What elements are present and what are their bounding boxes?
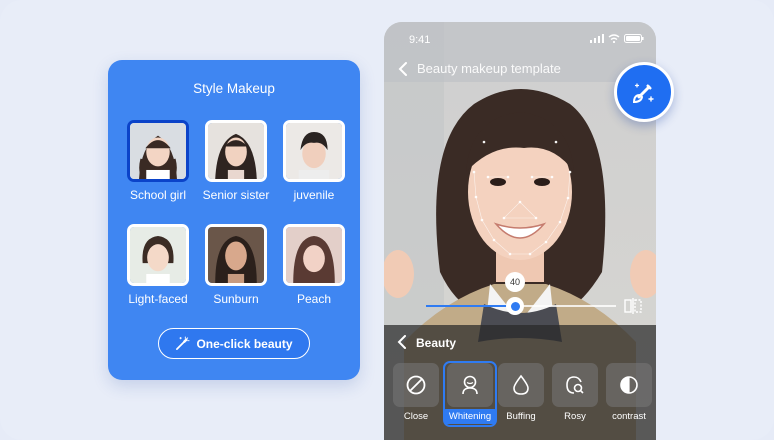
beauty-panel-title: Beauty [416, 336, 457, 350]
tool-close[interactable]: Close [389, 361, 443, 427]
beauty-tool-list: Close Whitening Buffing Rosy contrast [384, 361, 656, 431]
tool-buffing[interactable]: Buffing [494, 361, 548, 427]
panel-back-chevron-icon[interactable] [397, 335, 407, 349]
nav-title: Beauty makeup template [417, 61, 561, 76]
contrast-icon [620, 376, 638, 394]
style-item-sunburn[interactable]: Sunburn [188, 224, 268, 324]
blush-icon [566, 376, 584, 394]
style-item-senior-sister[interactable]: Senior sister [188, 120, 269, 220]
tool-button [447, 363, 493, 407]
signal-icon [590, 34, 604, 43]
panel-title: Style Makeup [193, 81, 275, 96]
one-click-beauty-button[interactable]: One-click beauty [158, 328, 310, 359]
style-label: juvenile [293, 188, 335, 202]
tool-label: Close [403, 411, 429, 422]
status-time: 9:41 [409, 34, 431, 46]
one-click-beauty-label: One-click beauty [196, 336, 293, 351]
status-bar: 9:41 [384, 22, 656, 56]
tool-label: contrast [612, 411, 646, 422]
style-thumbnail [127, 120, 189, 182]
style-thumbnail [205, 120, 267, 182]
style-item-peach[interactable]: Peach [266, 224, 346, 324]
compare-icon[interactable] [624, 298, 642, 314]
top-nav: Beauty makeup template [384, 58, 656, 82]
battery-icon [624, 34, 644, 43]
back-chevron-icon[interactable] [398, 62, 408, 76]
droplet-icon [513, 374, 529, 395]
style-thumbnail [205, 224, 267, 286]
style-thumbnail [283, 224, 345, 286]
magic-wand-icon [176, 336, 190, 350]
style-item-school-girl[interactable]: School girl [110, 120, 190, 220]
beauty-tools-panel: Beauty Close Whitening Buffing Rosy cont… [384, 325, 656, 440]
face-icon [462, 375, 478, 395]
tool-contrast[interactable]: contrast [602, 361, 656, 427]
intensity-slider-fill [426, 305, 515, 307]
intensity-value-badge: 40 [505, 272, 525, 292]
style-thumbnail [283, 120, 345, 182]
tool-button [606, 363, 652, 407]
tool-button [552, 363, 598, 407]
beauty-panel-header: Beauty [384, 325, 656, 359]
intensity-slider-handle[interactable] [506, 297, 524, 315]
wifi-icon [608, 34, 620, 43]
tool-button [498, 363, 544, 407]
style-thumbnail [127, 224, 189, 286]
tool-button [393, 363, 439, 407]
style-item-light-faced[interactable]: Light-faced [110, 224, 190, 324]
makeup-brush-icon [632, 83, 654, 104]
makeup-brush-button[interactable] [614, 62, 674, 122]
close-circle-icon [406, 375, 426, 395]
style-label: Peach [296, 292, 332, 306]
tool-rosy[interactable]: Rosy [548, 361, 602, 427]
style-item-juvenile[interactable]: juvenile [266, 120, 346, 220]
